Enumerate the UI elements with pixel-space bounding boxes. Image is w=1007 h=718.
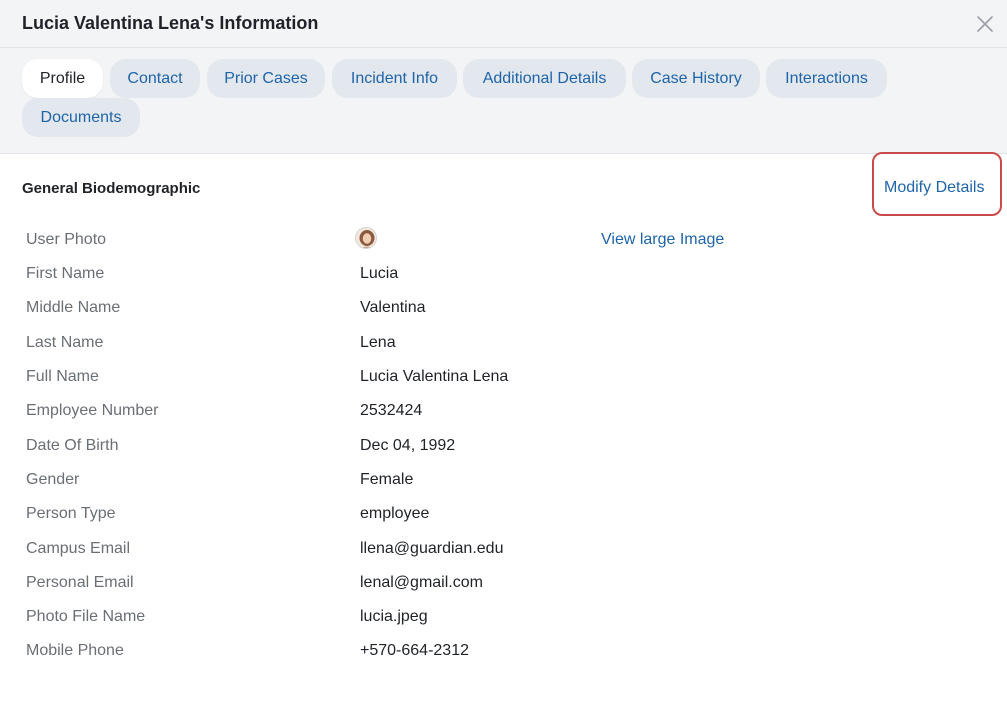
field-value: 2532424 [360, 402, 423, 419]
field-value: lenal@gmail.com [360, 574, 483, 591]
field-label: Personal Email [26, 574, 134, 591]
field-label: Date Of Birth [26, 437, 119, 454]
tab-interactions[interactable]: Interactions [766, 59, 887, 98]
modify-details-link[interactable]: Modify Details [884, 179, 984, 197]
close-icon[interactable] [975, 14, 995, 34]
tab-bar: Profile Contact Prior Cases Incident Inf… [0, 48, 1007, 154]
tab-case-history[interactable]: Case History [632, 59, 760, 98]
field-label: Full Name [26, 368, 99, 385]
field-label: Gender [26, 471, 80, 488]
field-value: +570-664-2312 [360, 642, 469, 659]
field-value: Lucia [360, 265, 399, 282]
field-value: llena@guardian.edu [360, 540, 504, 557]
tab-contact[interactable]: Contact [110, 59, 200, 98]
modal-header: Lucia Valentina Lena's Information [0, 0, 1007, 48]
field-value: employee [360, 505, 430, 522]
user-photo-label: User Photo [26, 231, 107, 248]
tab-prior-cases[interactable]: Prior Cases [207, 59, 325, 98]
field-label: Last Name [26, 334, 104, 351]
field-label: First Name [26, 265, 105, 282]
section-title: General Biodemographic [22, 180, 201, 197]
tab-additional-details[interactable]: Additional Details [463, 59, 626, 98]
field-label: Person Type [26, 505, 116, 522]
tab-profile[interactable]: Profile [22, 59, 103, 98]
field-label: Employee Number [26, 402, 159, 419]
field-label: Campus Email [26, 540, 131, 557]
field-value: lucia.jpeg [360, 608, 428, 625]
field-value: Female [360, 471, 414, 488]
field-label: Mobile Phone [26, 642, 124, 659]
modal-title: Lucia Valentina Lena's Information [22, 13, 319, 33]
avatar [355, 227, 377, 249]
field-label: Photo File Name [26, 608, 146, 625]
field-label: Middle Name [26, 299, 121, 316]
field-value: Valentina [360, 299, 426, 316]
tab-documents[interactable]: Documents [22, 98, 140, 137]
field-value: Dec 04, 1992 [360, 437, 456, 454]
tab-incident-info[interactable]: Incident Info [332, 59, 457, 98]
field-value: Lucia Valentina Lena [360, 368, 509, 385]
view-large-image-link[interactable]: View large Image [601, 231, 724, 249]
field-value: Lena [360, 334, 396, 351]
